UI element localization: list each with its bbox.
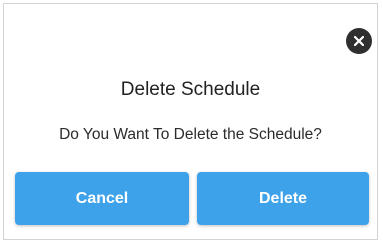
dialog-message: Do You Want To Delete the Schedule?	[59, 126, 322, 143]
close-button[interactable]	[346, 28, 372, 54]
delete-button[interactable]: Delete	[197, 172, 369, 225]
dialog-title: Delete Schedule	[120, 79, 261, 100]
close-icon	[354, 36, 364, 46]
cancel-button[interactable]: Cancel	[15, 172, 189, 225]
delete-schedule-dialog: Delete Schedule Do You Want To Delete th…	[3, 3, 378, 240]
